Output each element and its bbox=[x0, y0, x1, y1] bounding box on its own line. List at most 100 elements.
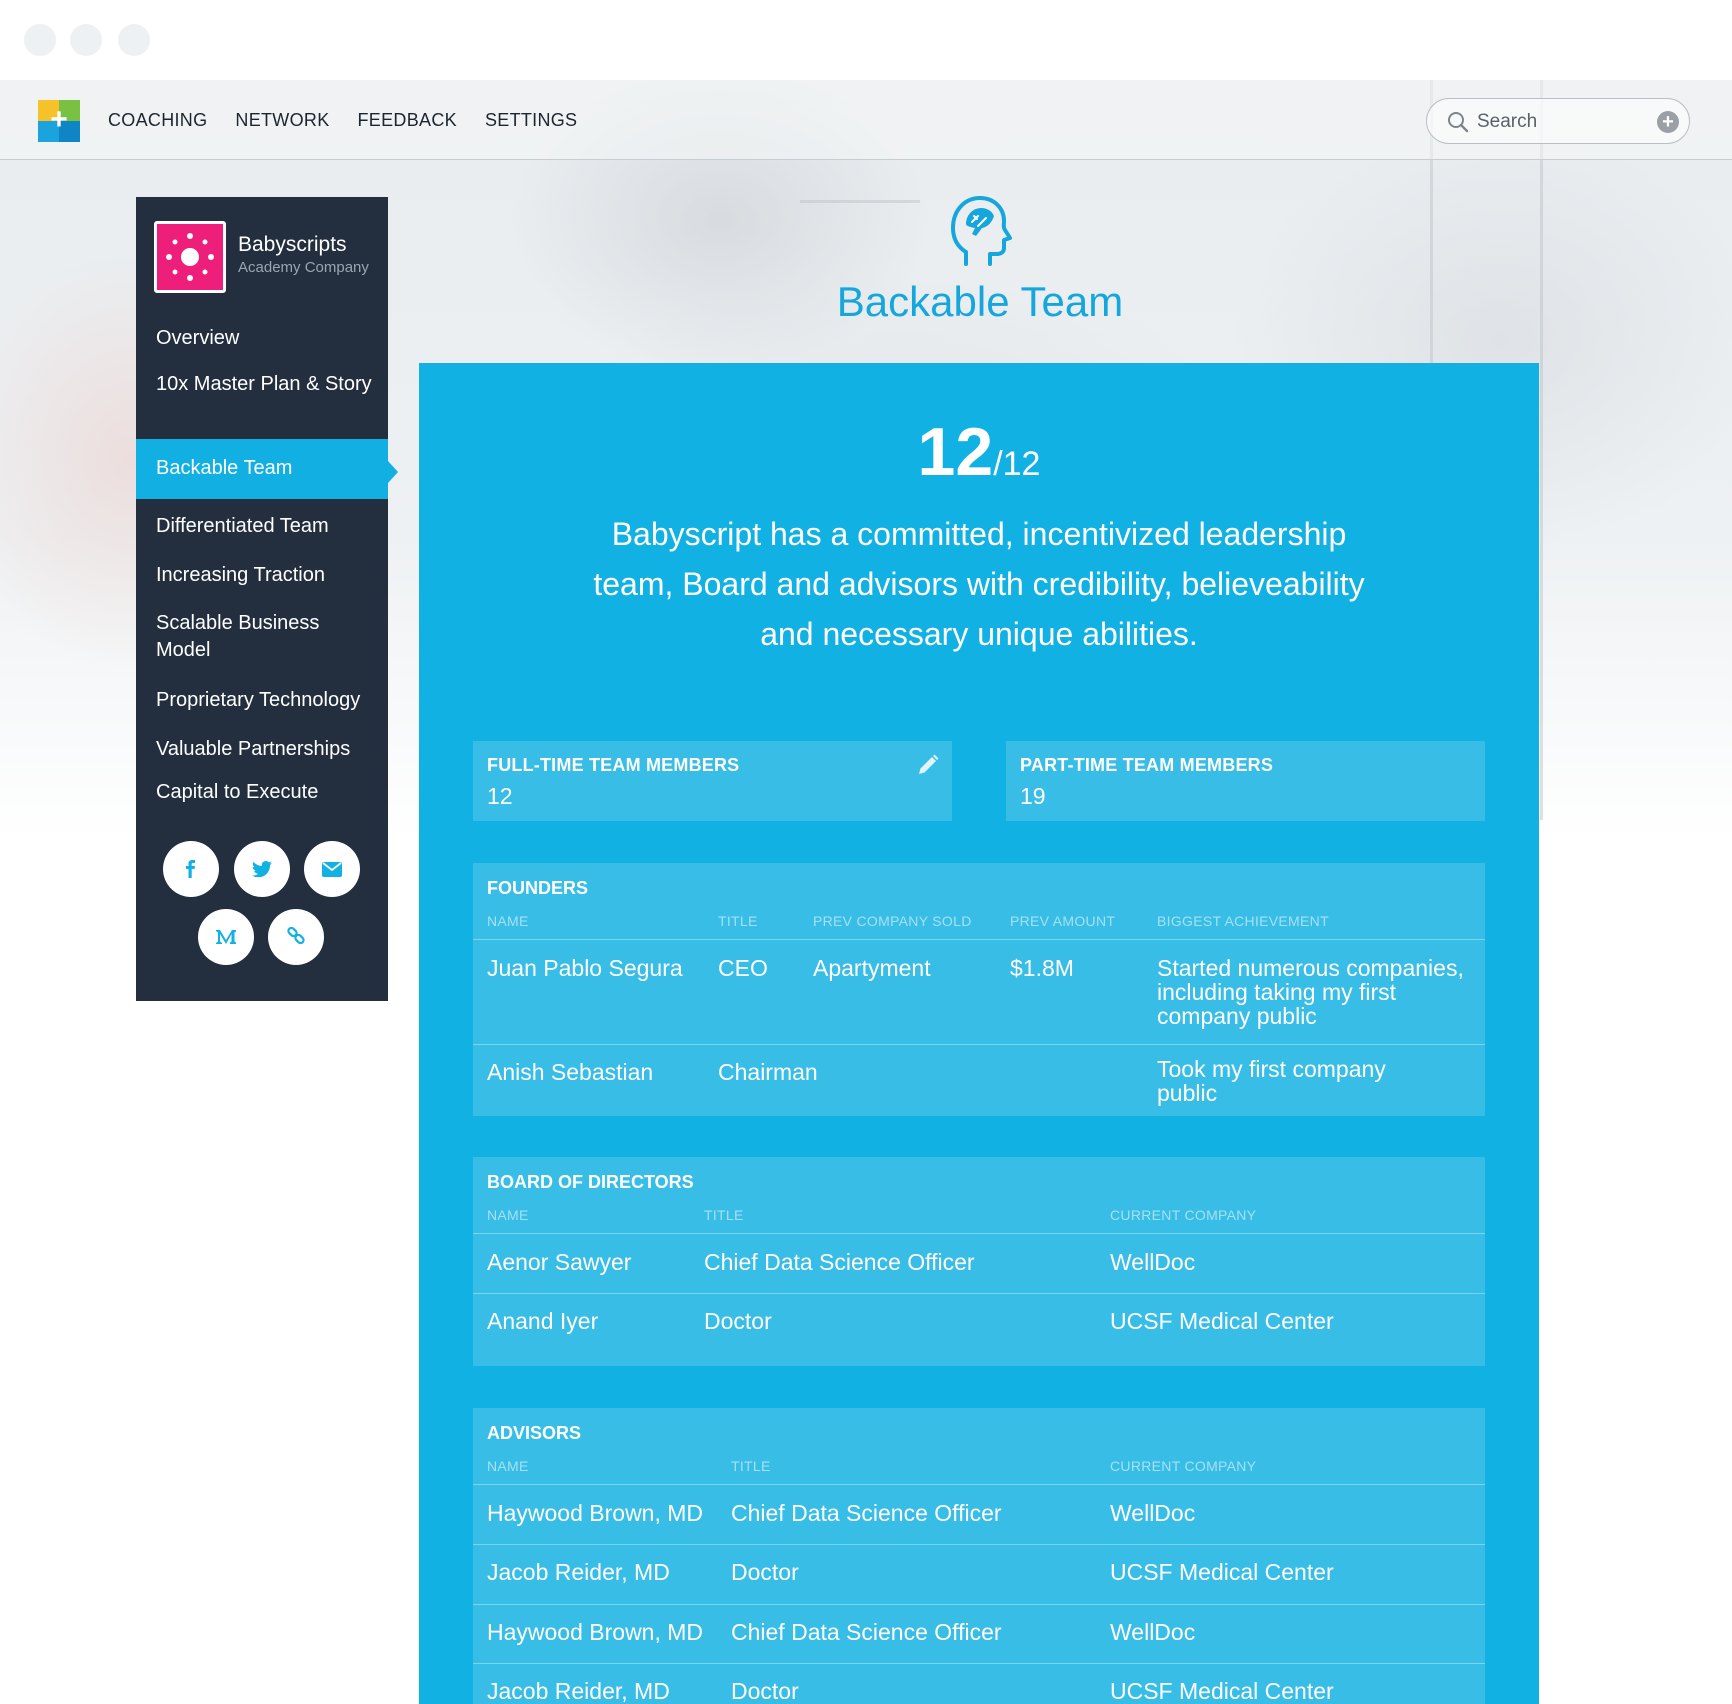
sidebar-item-proprietary-technology[interactable]: Proprietary Technology bbox=[136, 687, 388, 714]
link-button[interactable] bbox=[268, 909, 324, 965]
advisors-table: ADVISORS NAME TITLE CURRENT COMPANY Hayw… bbox=[473, 1408, 1485, 1704]
board-table: BOARD OF DIRECTORS NAME TITLE CURRENT CO… bbox=[473, 1157, 1485, 1366]
cell-name: Jacob Reider, MD bbox=[487, 1678, 670, 1704]
sidebar-item-increasing-traction[interactable]: Increasing Traction bbox=[136, 562, 388, 589]
app-logo[interactable]: + bbox=[38, 100, 80, 142]
divider bbox=[473, 1484, 1485, 1485]
nav-network[interactable]: NETWORK bbox=[235, 110, 329, 131]
cell-prev-amount: $1.8M bbox=[1010, 955, 1074, 981]
background-decoration bbox=[1540, 80, 1543, 820]
sidebar-item-scalable-business-model[interactable]: Scalable Business Model bbox=[136, 610, 388, 664]
cell-name: Aenor Sawyer bbox=[487, 1249, 632, 1275]
search-box[interactable]: + bbox=[1426, 98, 1690, 144]
cell-company: WellDoc bbox=[1110, 1249, 1196, 1275]
medium-icon bbox=[216, 930, 236, 944]
divider bbox=[473, 1044, 1485, 1045]
score: 12/12 bbox=[419, 413, 1539, 491]
cell-company: UCSF Medical Center bbox=[1110, 1559, 1334, 1585]
fulltime-stat-card: FULL-TIME TEAM MEMBERS 12 bbox=[473, 741, 952, 821]
sidebar-item-backable-team[interactable]: Backable Team bbox=[136, 439, 388, 499]
cell-prev-company: Apartyment bbox=[813, 955, 931, 981]
column-header: NAME bbox=[487, 913, 529, 929]
facebook-button[interactable] bbox=[163, 841, 219, 897]
company-logo bbox=[154, 221, 226, 293]
email-icon bbox=[322, 861, 342, 877]
window-close-button[interactable] bbox=[24, 24, 56, 56]
company-logo-icon bbox=[166, 233, 214, 281]
column-header: PREV AMOUNT bbox=[1010, 913, 1116, 929]
divider bbox=[473, 939, 1485, 940]
sidebar-item-master-plan[interactable]: 10x Master Plan & Story bbox=[136, 371, 388, 398]
column-header: TITLE bbox=[704, 1207, 744, 1223]
sidebar-item-differentiated-team[interactable]: Differentiated Team bbox=[136, 513, 388, 540]
nav-settings[interactable]: SETTINGS bbox=[485, 110, 577, 131]
cell-name: Juan Pablo Segura bbox=[487, 955, 683, 981]
window-maximize-button[interactable] bbox=[118, 24, 150, 56]
search-icon bbox=[1448, 112, 1469, 133]
email-button[interactable] bbox=[304, 841, 360, 897]
divider bbox=[473, 1233, 1485, 1234]
background-decoration bbox=[800, 200, 920, 203]
board-title: BOARD OF DIRECTORS bbox=[487, 1172, 694, 1192]
cell-title: Chief Data Science Officer bbox=[731, 1500, 1002, 1526]
main-panel: 12/12 Babyscript has a committed, incent… bbox=[419, 363, 1539, 1704]
cell-name: Anand Iyer bbox=[487, 1308, 599, 1334]
cell-company: UCSF Medical Center bbox=[1110, 1678, 1334, 1704]
twitter-button[interactable] bbox=[234, 841, 290, 897]
company-subtitle: Academy Company bbox=[238, 259, 369, 276]
column-header: TITLE bbox=[731, 1458, 771, 1474]
column-header: TITLE bbox=[718, 913, 758, 929]
nav-feedback[interactable]: FEEDBACK bbox=[358, 110, 457, 131]
fulltime-value: 12 bbox=[487, 783, 513, 809]
company-name: Babyscripts bbox=[238, 233, 347, 256]
cell-achievement: Started numerous companies, including ta… bbox=[1157, 955, 1464, 1029]
sidebar-item-overview[interactable]: Overview bbox=[136, 325, 388, 352]
cell-title: Chairman bbox=[718, 1059, 818, 1085]
facebook-icon bbox=[186, 860, 195, 878]
cell-company: WellDoc bbox=[1110, 1619, 1196, 1645]
divider bbox=[473, 1293, 1485, 1294]
cell-title: Doctor bbox=[704, 1308, 772, 1334]
divider bbox=[473, 1663, 1485, 1664]
cell-name: Haywood Brown, MD bbox=[487, 1500, 704, 1526]
active-item-pointer bbox=[388, 461, 398, 483]
cell-title: Doctor bbox=[731, 1678, 799, 1704]
founders-table: FOUNDERS NAME TITLE PREV COMPANY SOLD PR… bbox=[473, 863, 1485, 1116]
column-header: PREV COMPANY SOLD bbox=[813, 913, 972, 929]
search-input[interactable] bbox=[1477, 107, 1647, 137]
window-minimize-button[interactable] bbox=[70, 24, 102, 56]
parttime-label: PART-TIME TEAM MEMBERS bbox=[1020, 755, 1274, 775]
sidebar: Babyscripts Academy Company Overview 10x… bbox=[136, 197, 388, 1001]
cell-company: UCSF Medical Center bbox=[1110, 1308, 1334, 1334]
parttime-value: 19 bbox=[1020, 783, 1046, 809]
column-header: CURRENT COMPANY bbox=[1110, 1207, 1257, 1223]
parttime-stat-card: PART-TIME TEAM MEMBERS 19 bbox=[1006, 741, 1485, 821]
page-title: Backable Team bbox=[836, 278, 1124, 325]
window-titlebar bbox=[0, 0, 1732, 80]
column-header: NAME bbox=[487, 1207, 529, 1223]
sidebar-item-capital-to-execute[interactable]: Capital to Execute bbox=[136, 779, 388, 806]
pencil-icon[interactable] bbox=[916, 753, 940, 777]
cell-name: Haywood Brown, MD bbox=[487, 1619, 704, 1645]
column-header: NAME bbox=[487, 1458, 529, 1474]
cell-title: Chief Data Science Officer bbox=[731, 1619, 1002, 1645]
cell-name: Jacob Reider, MD bbox=[487, 1559, 670, 1585]
divider bbox=[473, 1544, 1485, 1545]
plus-icon: + bbox=[50, 103, 68, 136]
fulltime-label: FULL-TIME TEAM MEMBERS bbox=[487, 755, 740, 775]
score-total: /12 bbox=[993, 445, 1041, 483]
add-icon[interactable]: + bbox=[1657, 111, 1679, 133]
cell-name: Anish Sebastian bbox=[487, 1059, 654, 1085]
summary-text: Babyscript has a committed, incentivized… bbox=[593, 516, 1365, 652]
cell-company: WellDoc bbox=[1110, 1500, 1196, 1526]
cell-achievement: Took my first company public bbox=[1157, 1056, 1386, 1106]
link-icon bbox=[287, 927, 305, 945]
sidebar-item-valuable-partnerships[interactable]: Valuable Partnerships bbox=[136, 736, 388, 763]
nav-links: COACHING NETWORK FEEDBACK SETTINGS bbox=[108, 110, 577, 131]
founders-title: FOUNDERS bbox=[487, 878, 589, 898]
column-header: CURRENT COMPANY bbox=[1110, 1458, 1257, 1474]
top-navigation: + COACHING NETWORK FEEDBACK SETTINGS + bbox=[0, 80, 1732, 160]
head-brain-icon bbox=[951, 196, 1012, 266]
medium-button[interactable] bbox=[198, 909, 254, 965]
nav-coaching[interactable]: COACHING bbox=[108, 110, 207, 131]
